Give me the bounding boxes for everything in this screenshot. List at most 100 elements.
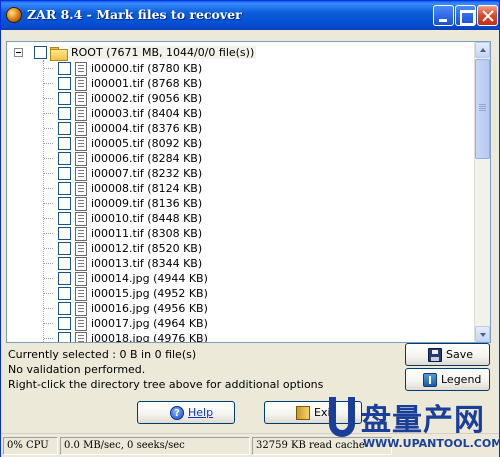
file-label[interactable]: i00001.tif (8768 KB) bbox=[91, 77, 202, 90]
cpu-status: 0% CPU bbox=[3, 437, 58, 455]
app-icon bbox=[6, 7, 22, 23]
maximize-button[interactable] bbox=[455, 5, 476, 26]
file-checkbox[interactable] bbox=[58, 257, 71, 270]
root-checkbox[interactable] bbox=[34, 46, 47, 59]
file-label[interactable]: i00007.tif (8232 KB) bbox=[91, 167, 202, 180]
file-checkbox[interactable] bbox=[58, 212, 71, 225]
file-checkbox[interactable] bbox=[58, 242, 71, 255]
root-label[interactable]: ROOT (7671 MB, 1044/0/0 file(s)) bbox=[69, 46, 257, 59]
file-label[interactable]: i00008.tif (8124 KB) bbox=[91, 182, 202, 195]
file-checkbox[interactable] bbox=[58, 317, 71, 330]
scroll-up-arrow-icon[interactable] bbox=[475, 42, 490, 58]
directory-tree[interactable]: ROOT (7671 MB, 1044/0/0 file(s)) i00000.… bbox=[6, 41, 491, 343]
file-row[interactable]: i00007.tif (8232 KB) bbox=[7, 166, 467, 181]
tree-connector bbox=[44, 338, 53, 339]
file-row[interactable]: i00017.jpg (4964 KB) bbox=[7, 316, 467, 331]
file-label[interactable]: i00010.tif (8448 KB) bbox=[91, 212, 202, 225]
file-checkbox[interactable] bbox=[58, 197, 71, 210]
file-checkbox[interactable] bbox=[58, 227, 71, 240]
file-checkbox[interactable] bbox=[58, 137, 71, 150]
file-checkbox[interactable] bbox=[58, 122, 71, 135]
file-label[interactable]: i00005.tif (8092 KB) bbox=[91, 137, 202, 150]
file-label[interactable]: i00006.tif (8284 KB) bbox=[91, 152, 202, 165]
file-checkbox[interactable] bbox=[58, 167, 71, 180]
file-label[interactable]: i00017.jpg (4964 KB) bbox=[91, 317, 208, 330]
file-checkbox[interactable] bbox=[58, 92, 71, 105]
file-row[interactable]: i00013.tif (8344 KB) bbox=[7, 256, 467, 271]
file-row[interactable]: i00016.jpg (4956 KB) bbox=[7, 301, 467, 316]
file-checkbox[interactable] bbox=[58, 152, 71, 165]
legend-icon bbox=[423, 373, 437, 387]
file-row[interactable]: i00003.tif (8404 KB) bbox=[7, 106, 467, 121]
tree-connector bbox=[44, 233, 53, 234]
watermark-logo-icon bbox=[329, 397, 355, 437]
file-checkbox[interactable] bbox=[58, 272, 71, 285]
selection-status: Currently selected : 0 B in 0 file(s) bbox=[8, 348, 197, 361]
close-button[interactable] bbox=[477, 5, 498, 26]
tree-connector bbox=[44, 308, 53, 309]
file-row[interactable]: i00006.tif (8284 KB) bbox=[7, 151, 467, 166]
file-icon bbox=[75, 287, 87, 301]
scroll-down-arrow-icon[interactable] bbox=[475, 326, 490, 342]
file-label[interactable]: i00016.jpg (4956 KB) bbox=[91, 302, 208, 315]
file-icon bbox=[75, 92, 87, 106]
file-label[interactable]: i00003.tif (8404 KB) bbox=[91, 107, 202, 120]
collapse-icon[interactable] bbox=[14, 48, 23, 57]
save-icon bbox=[428, 348, 442, 362]
file-label[interactable]: i00009.tif (8136 KB) bbox=[91, 197, 202, 210]
file-row[interactable]: i00018.jpg (4976 KB) bbox=[7, 331, 467, 342]
file-label[interactable]: i00000.tif (8780 KB) bbox=[91, 62, 202, 75]
file-row[interactable]: i00000.tif (8780 KB) bbox=[7, 61, 467, 76]
file-label[interactable]: i00012.tif (8520 KB) bbox=[91, 242, 202, 255]
tree-scrollbar[interactable] bbox=[474, 42, 490, 342]
legend-button[interactable]: Legend bbox=[405, 368, 490, 391]
tree-connector bbox=[44, 68, 53, 69]
file-row[interactable]: i00009.tif (8136 KB) bbox=[7, 196, 467, 211]
file-label[interactable]: i00011.tif (8308 KB) bbox=[91, 227, 202, 240]
tree-connector bbox=[44, 158, 53, 159]
file-row[interactable]: i00014.jpg (4944 KB) bbox=[7, 271, 467, 286]
tree-connector bbox=[44, 293, 53, 294]
file-label[interactable]: i00015.jpg (4952 KB) bbox=[91, 287, 208, 300]
file-label[interactable]: i00002.tif (9056 KB) bbox=[91, 92, 202, 105]
file-checkbox[interactable] bbox=[58, 107, 71, 120]
file-row[interactable]: i00015.jpg (4952 KB) bbox=[7, 286, 467, 301]
help-icon: ? bbox=[170, 406, 184, 420]
file-row[interactable]: i00001.tif (8768 KB) bbox=[7, 76, 467, 91]
file-checkbox[interactable] bbox=[58, 182, 71, 195]
file-row[interactable]: i00010.tif (8448 KB) bbox=[7, 211, 467, 226]
tree-root-node[interactable]: ROOT (7671 MB, 1044/0/0 file(s)) bbox=[7, 45, 467, 61]
watermark-url: WWW.UPANTOOL.COM bbox=[363, 437, 500, 450]
file-checkbox[interactable] bbox=[58, 77, 71, 90]
file-icon bbox=[75, 302, 87, 316]
tree-connector bbox=[44, 98, 53, 99]
tree-connector bbox=[44, 188, 53, 189]
minimize-icon bbox=[434, 6, 453, 25]
file-checkbox[interactable] bbox=[58, 62, 71, 75]
file-checkbox[interactable] bbox=[58, 287, 71, 300]
file-row[interactable]: i00011.tif (8308 KB) bbox=[7, 226, 467, 241]
file-checkbox[interactable] bbox=[58, 302, 71, 315]
file-label[interactable]: i00018.jpg (4976 KB) bbox=[91, 332, 208, 342]
scroll-thumb[interactable] bbox=[475, 59, 490, 159]
title-bar[interactable]: ZAR 8.4 - Mark files to recover bbox=[1, 1, 499, 30]
minimize-button[interactable] bbox=[433, 5, 454, 26]
exit-door-icon bbox=[296, 406, 310, 420]
file-label[interactable]: i00004.tif (8376 KB) bbox=[91, 122, 202, 135]
file-label[interactable]: i00013.tif (8344 KB) bbox=[91, 257, 202, 270]
file-label[interactable]: i00014.jpg (4944 KB) bbox=[91, 272, 208, 285]
folder-icon bbox=[50, 47, 68, 61]
file-icon bbox=[75, 167, 87, 181]
help-button[interactable]: ? Help bbox=[137, 401, 235, 424]
tree-connector bbox=[44, 128, 53, 129]
file-row[interactable]: i00005.tif (8092 KB) bbox=[7, 136, 467, 151]
tree-connector bbox=[44, 278, 53, 279]
file-icon bbox=[75, 332, 87, 342]
file-row[interactable]: i00002.tif (9056 KB) bbox=[7, 91, 467, 106]
file-icon bbox=[75, 77, 87, 91]
file-row[interactable]: i00004.tif (8376 KB) bbox=[7, 121, 467, 136]
file-checkbox[interactable] bbox=[58, 332, 71, 342]
save-button[interactable]: Save bbox=[405, 343, 490, 366]
file-row[interactable]: i00008.tif (8124 KB) bbox=[7, 181, 467, 196]
file-row[interactable]: i00012.tif (8520 KB) bbox=[7, 241, 467, 256]
